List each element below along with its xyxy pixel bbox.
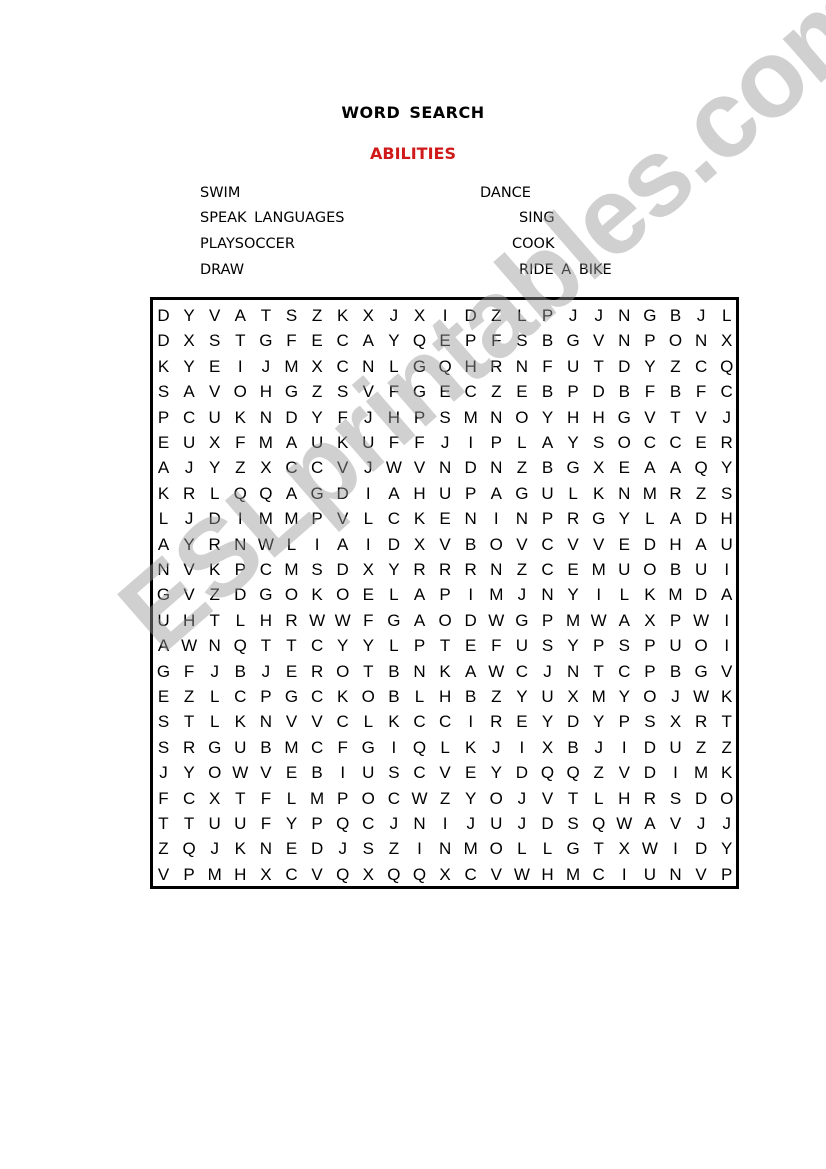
grid-row: LJDIMMPVLCKENINPRGYLADH: [153, 506, 736, 532]
page-title: WORD SEARCH: [341, 103, 485, 122]
grid-row: AWNQTTCYYLPTEFUSYPSPUOI: [153, 633, 736, 659]
grid-row: AYRNWLIAIDXVBOVCVVEDHAU: [153, 532, 736, 558]
word-list-item: DANCE: [480, 185, 531, 201]
grid-row: EUXFMAUKUFFJIPLAYSOCCER: [153, 430, 736, 456]
grid-cell[interactable]: R: [712, 430, 741, 456]
grid-row: UHTLHRWWFGAODWGPMWAXPWI: [153, 608, 736, 634]
word-list-item: DRAW: [200, 262, 245, 278]
grid-row: KYEIJMXCNLGQHRNFUTDYZCQ: [153, 354, 736, 380]
grid-cell[interactable]: T: [712, 709, 741, 735]
grid-row: EZLCPGCKOBLHBZYUXMYOJWK: [153, 684, 736, 710]
grid-row: NVKPCMSDXYRRRNZCEMUOBUI: [153, 557, 736, 583]
word-list-item: SWIM: [200, 185, 241, 201]
grid-cell[interactable]: Q: [712, 354, 741, 380]
word-list-item: SPEAK LANGUAGES: [200, 210, 345, 226]
grid-cell[interactable]: V: [712, 659, 741, 685]
grid-row: SRGUBMCFGIQLKJIXBJIDUZZ: [153, 735, 736, 761]
word-list-item: SING: [519, 210, 555, 226]
grid-row: JYOWVEBIUSCVEYDQQZVDIMK: [153, 760, 736, 786]
page-subtitle: ABILITIES: [370, 144, 456, 163]
grid-cell[interactable]: A: [712, 582, 741, 608]
grid-cell[interactable]: H: [712, 506, 741, 532]
grid-row: VPMHXCVQXQQXCVWHMCIUNVP: [153, 862, 736, 888]
grid-cell[interactable]: Z: [712, 735, 741, 761]
word-list-item: COOK: [512, 236, 555, 252]
grid-row: SAVOHGZSVFGECZEBPDBFBFC: [153, 379, 736, 405]
grid-row: TTUUFYPQCJNIJUJDSQWAVJJ: [153, 811, 736, 837]
grid-cell[interactable]: P: [712, 862, 741, 888]
grid-cell[interactable]: U: [712, 532, 741, 558]
grid-row: ZQJKNEDJSZINMOLLGTXWIDY: [153, 836, 736, 862]
grid-row: DYVATSZKXJXIDZLPJJNGBJL: [153, 303, 736, 329]
grid-row: FCXTFLMPOCWZYOJVTLHRSDO: [153, 786, 736, 812]
grid-row: GFJBJEROTBNKAWCJNTCPBGV: [153, 659, 736, 685]
grid-cell[interactable]: Y: [712, 455, 741, 481]
grid-row: PCUKNDYFJHPSMNOYHHGVTVJ: [153, 405, 736, 431]
grid-cell[interactable]: K: [712, 684, 741, 710]
grid-cell[interactable]: Y: [712, 836, 741, 862]
grid-row: DXSTGFECAYQEPFSBGVNPONX: [153, 328, 736, 354]
grid-cell[interactable]: J: [712, 405, 741, 431]
grid-cell[interactable]: O: [712, 786, 741, 812]
grid-row: AJYZXCCVJWVNDNZBGXEAAQY: [153, 455, 736, 481]
grid-row: KRLQQAGDIAHUPAGULKNMRZS: [153, 481, 736, 507]
word-search-grid: DYVATSZKXJXIDZLPJJNGBJLDXSTGFECAYQEPFSBG…: [150, 297, 739, 889]
grid-cell[interactable]: L: [712, 303, 741, 329]
grid-cell[interactable]: X: [712, 328, 741, 354]
grid-cell[interactable]: J: [712, 811, 741, 837]
grid-cell[interactable]: S: [712, 481, 741, 507]
word-list-item: PLAYSOCCER: [200, 236, 295, 252]
grid-cell[interactable]: K: [712, 760, 741, 786]
grid-cell[interactable]: I: [712, 608, 741, 634]
grid-cell[interactable]: I: [712, 633, 741, 659]
grid-row: STLKNVVCLKCCIREYDYPSXRT: [153, 709, 736, 735]
grid-cell[interactable]: C: [712, 379, 741, 405]
grid-row: GVZDGOKOELAPIMJNYILKMDA: [153, 582, 736, 608]
word-list-item: RIDE A BIKE: [519, 262, 612, 278]
grid-cell[interactable]: I: [712, 557, 741, 583]
